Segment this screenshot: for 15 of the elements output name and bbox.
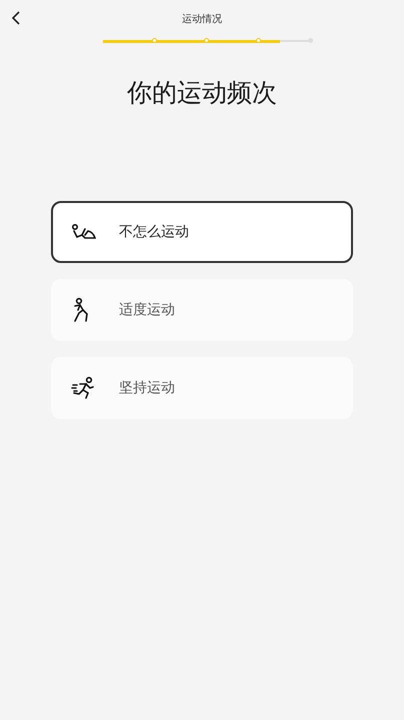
walking-figure-icon <box>71 296 91 322</box>
option-label: 适度运动 <box>119 300 175 318</box>
option-card[interactable]: 适度运动 <box>51 278 353 340</box>
heading: 你的运动频次 <box>126 76 278 108</box>
option-card[interactable]: 不怎么运动 <box>51 200 353 262</box>
reclining-figure-icon <box>71 222 97 242</box>
page-title: 运动情况 <box>182 12 222 26</box>
option-label: 不怎么运动 <box>119 222 189 240</box>
back-icon[interactable] <box>10 10 22 26</box>
option-label: 坚持运动 <box>119 378 175 396</box>
running-figure-icon <box>71 376 95 400</box>
step-dot <box>256 38 261 42</box>
option-card[interactable]: 坚持运动 <box>51 356 353 418</box>
step-dot <box>152 38 157 42</box>
step-dot <box>204 38 209 42</box>
